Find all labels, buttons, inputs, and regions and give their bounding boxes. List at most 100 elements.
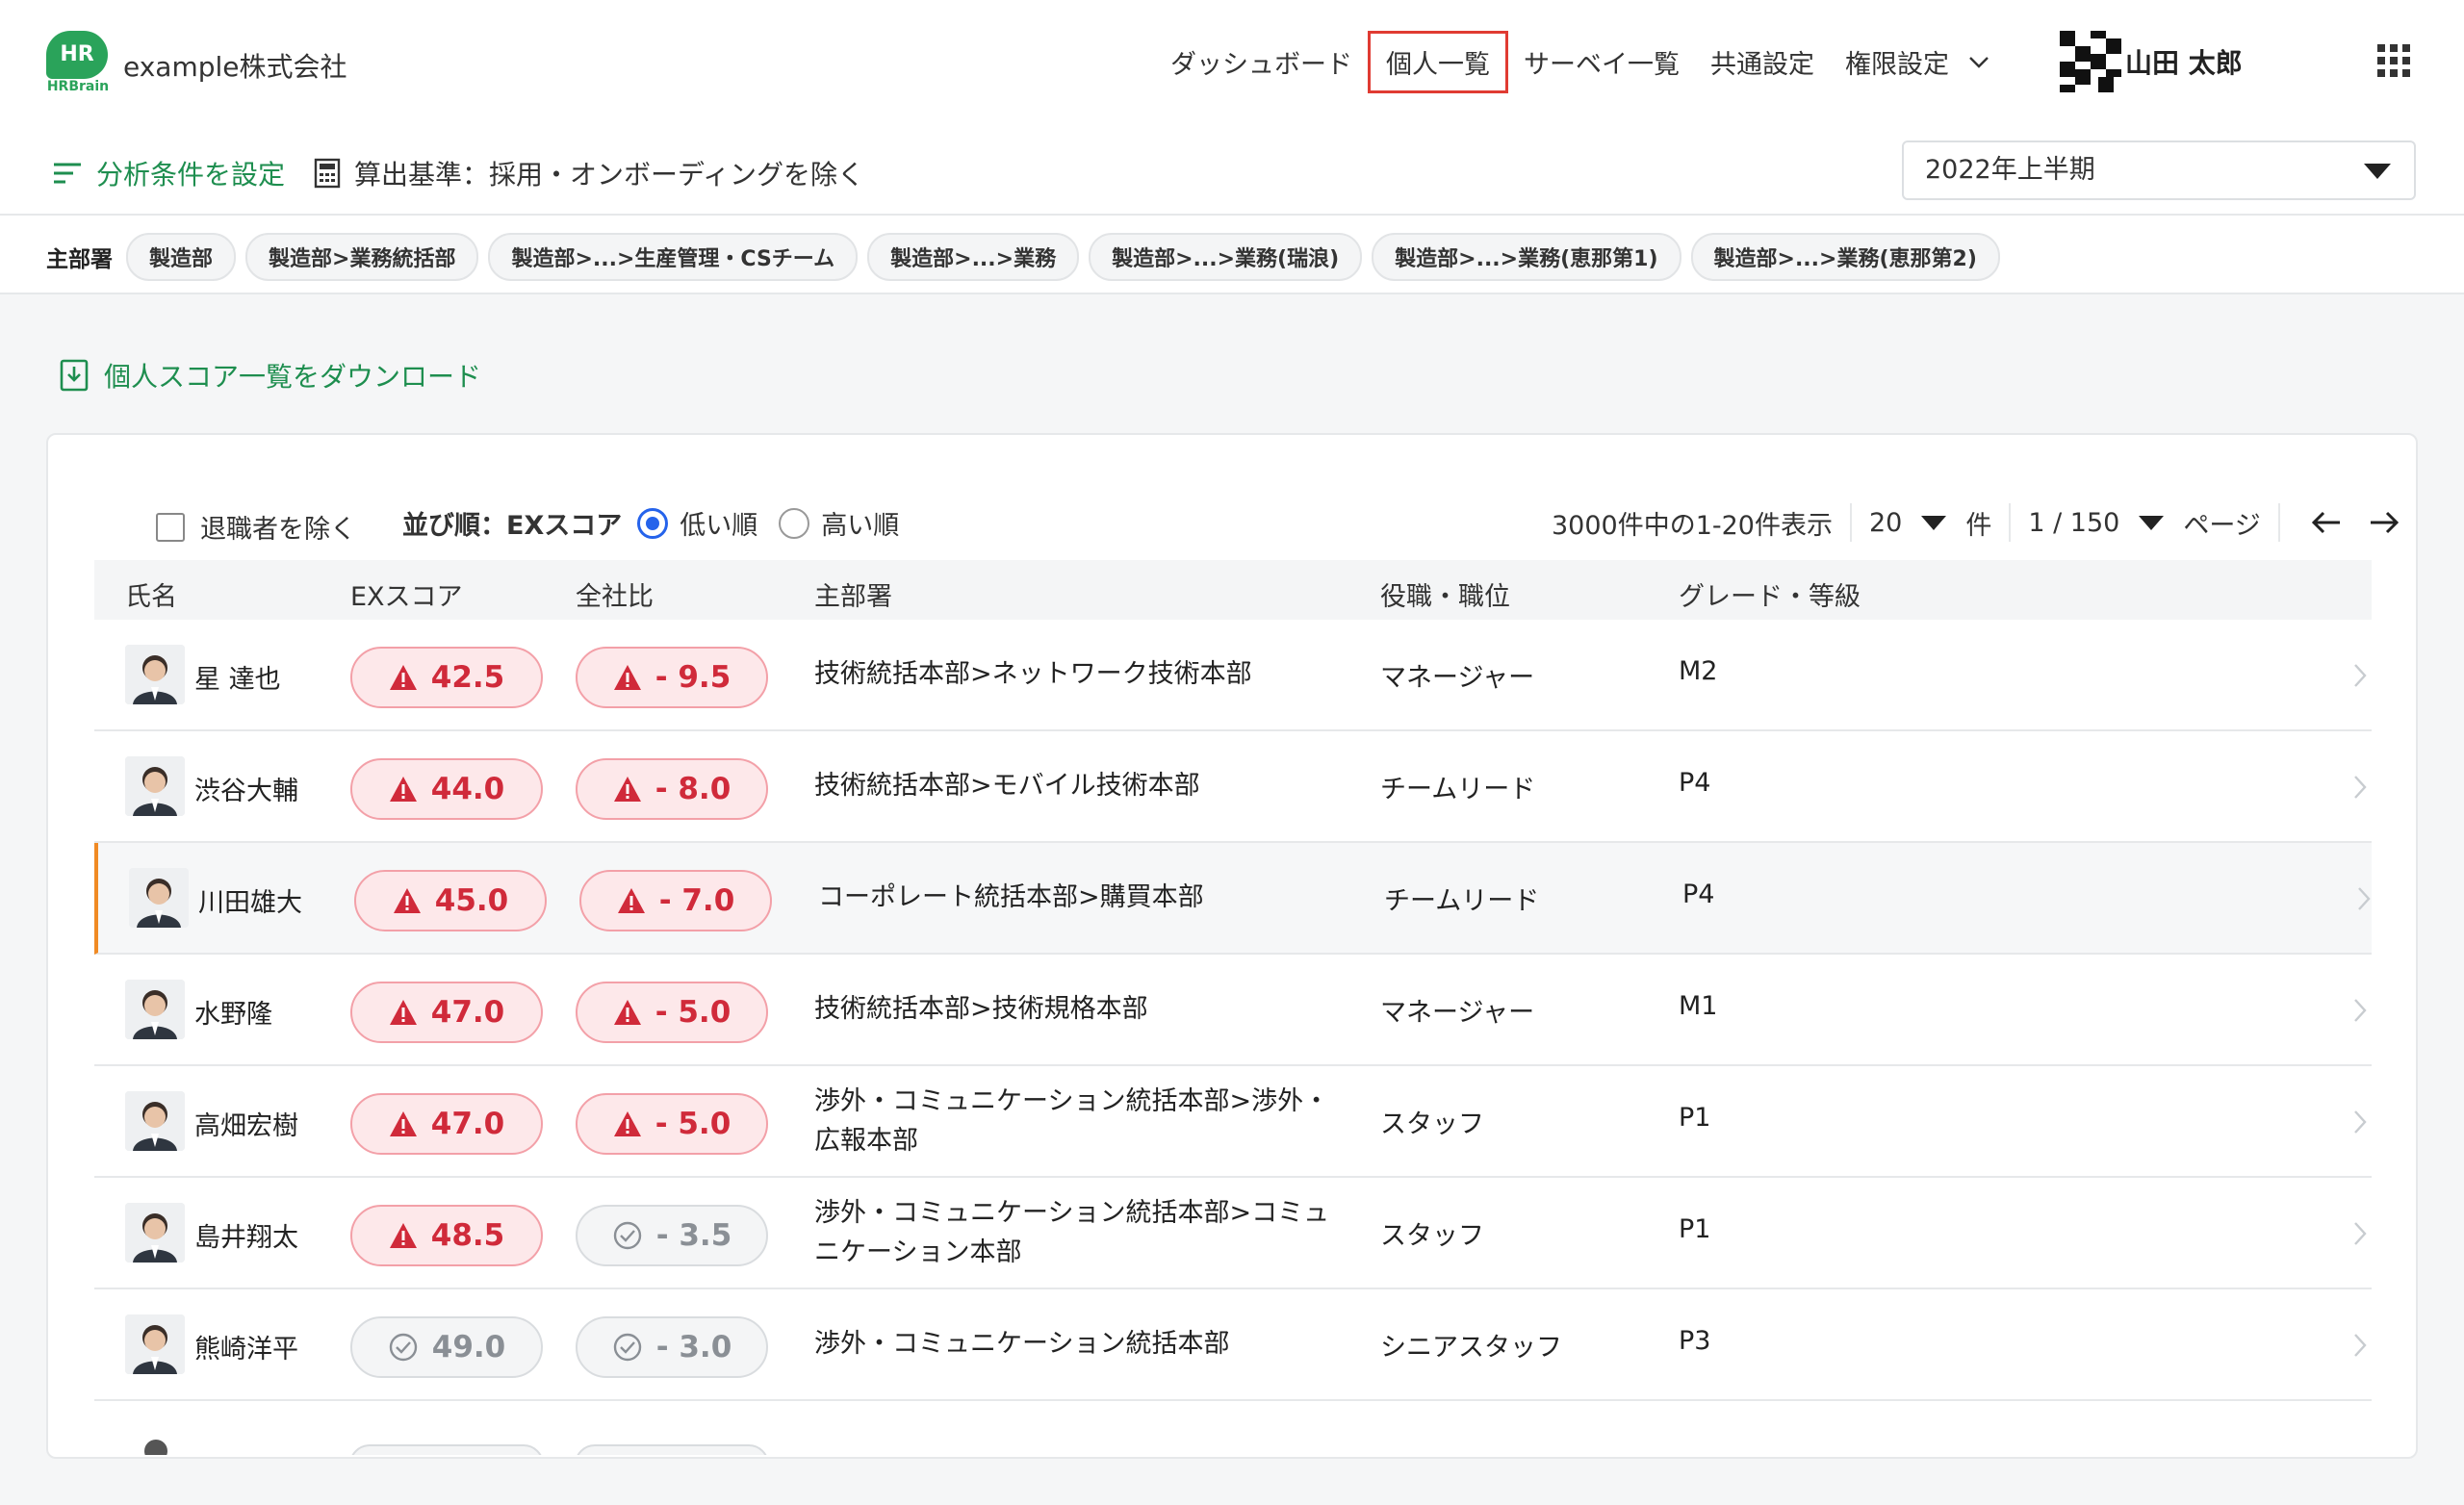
company-name: example株式会社 (123, 51, 347, 83)
department-chip[interactable]: 製造部>...>業務(恵那第2) (1690, 233, 2000, 281)
period-select[interactable]: 2022年上半期 (1902, 140, 2416, 200)
result-count: 3000件中の1-20件表示 (1552, 510, 1833, 541)
check-circle-icon (613, 1333, 641, 1362)
warning-icon (389, 1223, 417, 1248)
set-conditions-label: 分析条件を設定 (96, 159, 286, 191)
logo-mark: HR (46, 31, 108, 79)
set-conditions-button[interactable]: 分析条件を設定 (52, 154, 285, 192)
chevron-right-icon[interactable] (2356, 885, 2372, 912)
ex-score-badge: 47.0 (350, 982, 543, 1043)
user-menu[interactable]: 山田 太郎 (2060, 31, 2243, 92)
nav-common-settings[interactable]: 共通設定 (1695, 34, 1830, 90)
table-row[interactable]: 星 達也 42.5 - 9.5 技術統括本部>ネットワーク技術本部 マネージャー M2 (94, 620, 2372, 731)
chevron-right-icon[interactable] (2352, 774, 2368, 801)
sort-low-label: 低い順 (680, 511, 758, 541)
per-page-value[interactable]: 20 (1869, 508, 1902, 538)
company-ratio-badge: - 7.0 (579, 870, 772, 931)
department-value: コーポレート統括本部>購買本部 (818, 882, 1204, 912)
check-circle-icon (389, 1333, 417, 1362)
warning-icon (613, 665, 641, 690)
table-row[interactable]: 渋谷大輔 44.0 - 8.0 技術統括本部>モバイル技術本部 チームリード P4 (94, 731, 2372, 843)
ex-score-badge: 49.0 (350, 1316, 543, 1378)
warning-icon (613, 777, 641, 802)
condition-bar: 分析条件を設定 算出基準：採用・オンボーディングを除く 2022年上半期 (0, 137, 2464, 216)
nav-permission-settings[interactable]: 権限設定 (1830, 34, 1964, 90)
avatar (125, 645, 185, 704)
per-page-caret-icon[interactable] (1921, 515, 1947, 530)
ex-score-badge: 44.0 (350, 758, 543, 820)
table-row[interactable]: 高畑宏樹 47.0 - 5.0 渉外・コミュニケーション統括本部>渉外・広報本部 スタッ… (94, 1066, 2372, 1178)
checkbox-box[interactable] (156, 512, 185, 542)
sort-high-radio[interactable]: 高い順 (779, 504, 899, 542)
chevron-right-icon[interactable] (2352, 1332, 2368, 1359)
table-row[interactable]: 熊崎洋平 49.0 - 3.0 渉外・コミュニケーション統括本部 シニアスタッフ P3 (94, 1289, 2372, 1401)
role-value: スタッフ (1380, 1221, 1484, 1251)
warning-icon (389, 1000, 417, 1025)
calculator-icon (314, 158, 341, 189)
table-row[interactable]: 水野隆 47.0 - 5.0 技術統括本部>技術規格本部 マネージャー M1 (94, 955, 2372, 1066)
department-filter-label: 主部署 (46, 247, 113, 272)
arrow-left-icon[interactable] (2311, 510, 2342, 535)
exclude-retired-checkbox[interactable]: 退職者を除く (156, 508, 356, 546)
score-list-card: 退職者を除く 並び順：EXスコア 低い順 高い順 3000件中の1-20件表示 … (46, 433, 2418, 1459)
chevron-right-icon[interactable] (2352, 1109, 2368, 1135)
table-body: 星 達也 42.5- 9.5 技術統括本部>ネットワーク技術本部 マネージャー M2 渋谷… (94, 620, 2372, 1401)
person-name: 水野隆 (194, 1000, 272, 1030)
hrbrain-logo[interactable]: HR HRBrain (44, 31, 112, 94)
sort-low-radio[interactable]: 低い順 (637, 504, 757, 542)
table-row[interactable]: 島井翔太 48.5 - 3.5 渉外・コミュニケーション統括本部>コミュニケーション本… (94, 1178, 2372, 1289)
user-avatar-icon (2060, 31, 2121, 92)
department-chip[interactable]: 製造部>...>業務 (867, 233, 1080, 281)
nav-individual-list[interactable]: 個人一覧 (1368, 30, 1508, 93)
grade-value: M2 (1679, 656, 1718, 686)
department-chip[interactable]: 製造部 (126, 233, 237, 281)
period-value: 2022年上半期 (1925, 155, 2095, 185)
page-caret-icon[interactable] (2139, 515, 2165, 530)
company-ratio-value: - 5.0 (654, 1107, 732, 1141)
person-photo-icon (125, 756, 185, 816)
grade-value: M1 (1679, 991, 1718, 1021)
grade-value: P1 (1679, 1214, 1711, 1244)
department-chip[interactable]: 製造部>...>業務(瑞浪) (1089, 233, 1363, 281)
warning-icon (389, 777, 417, 802)
chevron-right-icon[interactable] (2352, 997, 2368, 1024)
department-value: 渉外・コミュニケーション統括本部>渉外・広報本部 (814, 1086, 1330, 1156)
department-chip[interactable]: 製造部>業務統括部 (245, 233, 479, 281)
department-chip[interactable]: 製造部>...>生産管理・CSチーム (488, 233, 859, 281)
col-grade: グレード・等級 (1679, 582, 1861, 612)
app-grid-icon[interactable] (2377, 44, 2410, 77)
chevron-right-icon[interactable] (2352, 662, 2368, 689)
per-page-unit: 件 (1965, 510, 1992, 541)
ex-score-badge: 47.0 (350, 1093, 543, 1155)
department-chip[interactable]: 製造部>...>業務(恵那第1) (1372, 233, 1681, 281)
person-name: 熊崎洋平 (194, 1335, 298, 1365)
col-department: 主部署 (814, 582, 892, 612)
exclude-retired-label: 退職者を除く (200, 515, 356, 545)
warning-icon (393, 888, 421, 913)
radio-unselected-icon[interactable] (779, 507, 810, 539)
ex-score-value: 45.0 (434, 883, 509, 918)
role-value: マネージャー (1380, 663, 1535, 693)
app-header: HR HRBrain example株式会社 ダッシュボード 個人一覧 サーベイ… (0, 0, 2464, 294)
list-controls: 退職者を除く 並び順：EXスコア 低い順 高い順 3000件中の1-20件表示 … (108, 500, 2416, 546)
nav-dashboard[interactable]: ダッシュボード (1155, 34, 1368, 90)
chevron-down-icon[interactable] (1968, 51, 1989, 72)
table-row[interactable]: 川田雄大 45.0 - 7.0 コーポレート統括本部>購買本部 チームリード P4 (94, 843, 2372, 955)
col-role: 役職・職位 (1380, 582, 1510, 612)
radio-selected-icon[interactable] (637, 507, 669, 539)
chevron-right-icon[interactable] (2352, 1220, 2368, 1247)
ex-score-value: 42.5 (430, 660, 505, 695)
main-nav: ダッシュボード 個人一覧 サーベイ一覧 共通設定 権限設定 (1155, 30, 1989, 93)
company-ratio-value: - 8.0 (654, 772, 732, 806)
department-filter: 主部署 製造部 製造部>業務統括部 製造部>...>生産管理・CSチーム 製造部… (46, 233, 2010, 281)
page-value[interactable]: 1 / 150 (2028, 508, 2119, 538)
arrow-right-icon[interactable] (2369, 510, 2400, 535)
company-ratio-badge: - 3.0 (576, 1316, 768, 1378)
avatar (129, 868, 189, 928)
warning-icon (613, 1111, 641, 1136)
avatar (125, 1203, 185, 1263)
download-scores-link[interactable]: 個人スコア一覧をダウンロード (60, 356, 481, 395)
nav-survey-list[interactable]: サーベイ一覧 (1508, 34, 1695, 90)
avatar (125, 1314, 185, 1374)
person-name: 島井翔太 (194, 1223, 298, 1253)
